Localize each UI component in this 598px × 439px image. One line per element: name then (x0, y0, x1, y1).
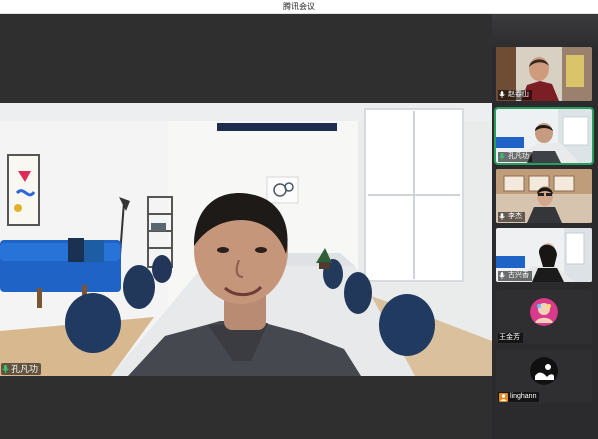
window-title: 腾讯会议 (283, 2, 315, 11)
microphone-icon (499, 91, 506, 99)
main-video[interactable]: 孔凡功 (0, 103, 492, 376)
title-bar: 腾讯会议 (0, 0, 598, 14)
participant-name-5: 王金芳 (499, 334, 520, 341)
participant-tile-4[interactable]: 古兴香 (496, 228, 592, 282)
participant-tile-6[interactable]: linghann (496, 349, 592, 403)
microphone-icon (499, 272, 506, 280)
speaker-name-tag: 孔凡功 (1, 363, 42, 375)
microphone-icon (499, 153, 506, 161)
avatar-icon (530, 357, 558, 385)
main-video-stage: 孔凡功 (0, 14, 492, 439)
microphone-icon (499, 213, 506, 221)
participant-label-4: 古兴香 (498, 271, 532, 281)
office-background (0, 103, 492, 376)
participant-name-6: linghann (510, 393, 537, 400)
participant-name-3: 李杰 (508, 213, 522, 220)
speaker-name: 孔凡功 (11, 364, 39, 374)
participant-label-1: 赵春山 (498, 90, 532, 100)
user-icon (499, 392, 508, 402)
participant-name-4: 古兴香 (508, 272, 529, 279)
participant-tile-2[interactable]: 孔凡功 (494, 107, 594, 165)
participant-label-6: linghann (498, 392, 540, 402)
participant-tile-3[interactable]: 李杰 (496, 169, 592, 223)
microphone-icon (2, 365, 9, 373)
participant-label-5: 王金芳 (498, 333, 523, 343)
meeting-window: 腾讯会议 孔凡功 赵春山 孔凡功 李杰 古兴香 王金芳 linghann (0, 0, 598, 439)
participant-tile-1[interactable]: 赵春山 (496, 47, 592, 101)
participant-name-2: 孔凡功 (508, 153, 529, 160)
participant-name-1: 赵春山 (508, 91, 529, 98)
avatar-icon (530, 298, 558, 326)
participant-label-3: 李杰 (498, 212, 525, 222)
participant-sidebar: 赵春山 孔凡功 李杰 古兴香 王金芳 linghann (492, 14, 598, 439)
participant-label-2: 孔凡功 (498, 152, 532, 162)
participant-tile-5[interactable]: 王金芳 (496, 290, 592, 344)
